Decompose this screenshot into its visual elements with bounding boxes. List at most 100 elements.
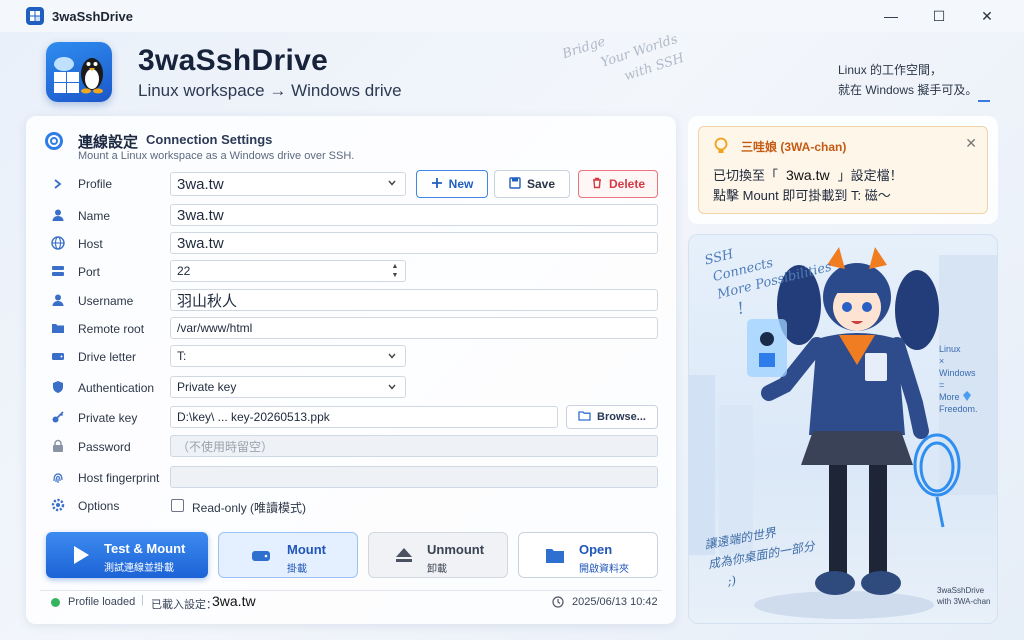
note-line: More Freedom. (939, 392, 978, 414)
profile-select[interactable]: 3wa.tw (170, 172, 406, 196)
remote-root-label: Remote root (78, 322, 145, 336)
authentication-select[interactable]: Private key (170, 376, 406, 398)
browse-button-label: Browse... (597, 411, 646, 423)
globe-icon (50, 235, 66, 251)
remote-root-value: /var/www/html (177, 321, 253, 335)
header-note-line2: 就在 Windows 擬手可及。 (838, 83, 978, 97)
drive-letter-select[interactable]: T: (170, 345, 406, 367)
remote-root-input[interactable]: /var/www/html (170, 317, 658, 339)
name-value: 3wa.tw (177, 206, 224, 224)
note-line: = (939, 380, 945, 390)
open-sublabel: 開啟資料夾 (579, 564, 629, 575)
private-key-value: D:\key\ ... key-20260513.ppk (177, 410, 330, 424)
header-note-line1: Linux 的工作空間， (838, 63, 943, 77)
notification-profile: 3wa.tw (786, 167, 830, 183)
host-fingerprint-label: Host fingerprint (78, 471, 160, 485)
note-line: × (939, 356, 945, 366)
username-input[interactable]: 羽山秋人 (170, 289, 658, 311)
open-folder-button[interactable]: Open 開啟資料夾 (518, 532, 658, 578)
browse-button[interactable]: Browse... (566, 405, 658, 429)
open-label: Open (579, 542, 613, 557)
test-and-mount-label: Test & Mount (104, 541, 186, 556)
delete-button-label: Delete (608, 177, 646, 191)
notification-title: 三哇娘 (3WA-chan) (741, 140, 847, 154)
readonly-checkbox[interactable] (171, 499, 184, 512)
app-icon (26, 7, 44, 25)
port-stepper[interactable]: 22 ▲ ▼ (170, 260, 406, 282)
test-and-mount-sublabel: 測試連線並掛載 (104, 563, 174, 574)
lightbulb-icon (713, 137, 729, 160)
status-indicator (51, 598, 60, 607)
maximize-button[interactable]: ☐ (916, 0, 962, 32)
signature-line2: with 3WA-chan (937, 597, 991, 606)
username-value: 羽山秋人 (177, 292, 238, 310)
user-icon (50, 292, 66, 308)
chevron-right-icon (50, 176, 66, 192)
private-key-label: Private key (78, 411, 138, 425)
notification-prefix: 已切換至「 (713, 168, 779, 183)
folder-icon (50, 320, 66, 336)
save-profile-button[interactable]: Save (494, 170, 570, 198)
section-title: 連線設定 (78, 134, 139, 151)
notification-suffix: 」設定檔！ (837, 168, 903, 183)
password-input[interactable]: （不使用時留空） (170, 435, 658, 457)
mascot-illustration: SSH Connects More Possibilities ! Linux … (688, 234, 998, 624)
host-fingerprint-input[interactable] (170, 466, 658, 488)
spinner-arrows-icon[interactable]: ▲ ▼ (388, 262, 402, 280)
close-icon[interactable]: ✕ (965, 135, 977, 152)
status-prefix: 已載入設定： (151, 599, 217, 611)
readonly-label: Read-only (唯讀模式) (192, 501, 307, 515)
section-subtitle: Mount a Linux workspace as a Windows dri… (78, 150, 355, 162)
linux-windows-note: Linux × Windows = More Freedom. (939, 343, 997, 415)
play-icon (72, 545, 90, 570)
illustration-signature: 3waSshDrive with 3WA-chan (937, 585, 991, 607)
key-icon (50, 409, 66, 425)
note-line: Windows (939, 368, 976, 378)
gear-icon (50, 497, 66, 513)
new-profile-button[interactable]: New (416, 170, 488, 198)
status-profile: 3wa.tw (212, 593, 256, 609)
notification-message-line1: 已切換至「 3wa.tw 」設定檔！ (713, 165, 903, 184)
status-bar: Profile loaded | 已載入設定： 3wa.tw 2025/06/1… (40, 590, 662, 614)
test-and-mount-button[interactable]: Test & Mount 測試連線並掛載 (46, 532, 208, 578)
fingerprint-icon (50, 469, 66, 485)
profile-value: 3wa.tw (177, 175, 224, 193)
private-key-input[interactable]: D:\key\ ... key-20260513.ppk (170, 406, 558, 428)
window-title: 3waSshDrive (52, 8, 133, 24)
drive-icon (251, 548, 271, 569)
mount-button[interactable]: Mount 掛載 (218, 532, 358, 578)
lock-icon (50, 438, 66, 454)
minimize-button[interactable]: — (868, 0, 914, 32)
mount-sublabel: 掛載 (287, 564, 307, 575)
clock-icon (552, 596, 564, 611)
gear-icon (44, 131, 64, 156)
chevron-down-icon (387, 382, 397, 395)
trash-icon (591, 177, 603, 192)
host-input[interactable]: 3wa.tw (170, 232, 658, 254)
header-note-underline (978, 100, 990, 102)
name-input[interactable]: 3wa.tw (170, 204, 658, 226)
options-label: Options (78, 499, 120, 513)
signature-line1: 3waSshDrive (937, 586, 985, 595)
port-label: Port (78, 265, 101, 279)
header-note: Linux 的工作空間， 就在 Windows 擬手可及。 (838, 60, 977, 100)
status-separator: | (141, 594, 144, 606)
status-datetime: 2025/06/13 10:42 (572, 596, 658, 608)
close-button[interactable]: ✕ (964, 0, 1010, 32)
drive-icon (50, 348, 66, 364)
host-value: 3wa.tw (177, 234, 224, 252)
plus-icon (431, 177, 443, 192)
status-text: Profile loaded (68, 596, 136, 608)
folder-icon (545, 547, 565, 569)
authentication-label: Authentication (78, 381, 155, 395)
delete-profile-button[interactable]: Delete (578, 170, 658, 198)
drive-letter-value: T: (177, 349, 187, 363)
profile-label: Profile (78, 177, 113, 191)
unmount-button[interactable]: Unmount 卸載 (368, 532, 508, 578)
username-label: Username (78, 294, 134, 308)
unmount-label: Unmount (427, 542, 485, 557)
port-value: 22 (177, 264, 191, 278)
name-label: Name (78, 209, 111, 223)
notification-message-line2: 點擊 Mount 即可掛載到 T: 磁～ (713, 188, 891, 203)
chevron-down-icon (387, 351, 397, 364)
